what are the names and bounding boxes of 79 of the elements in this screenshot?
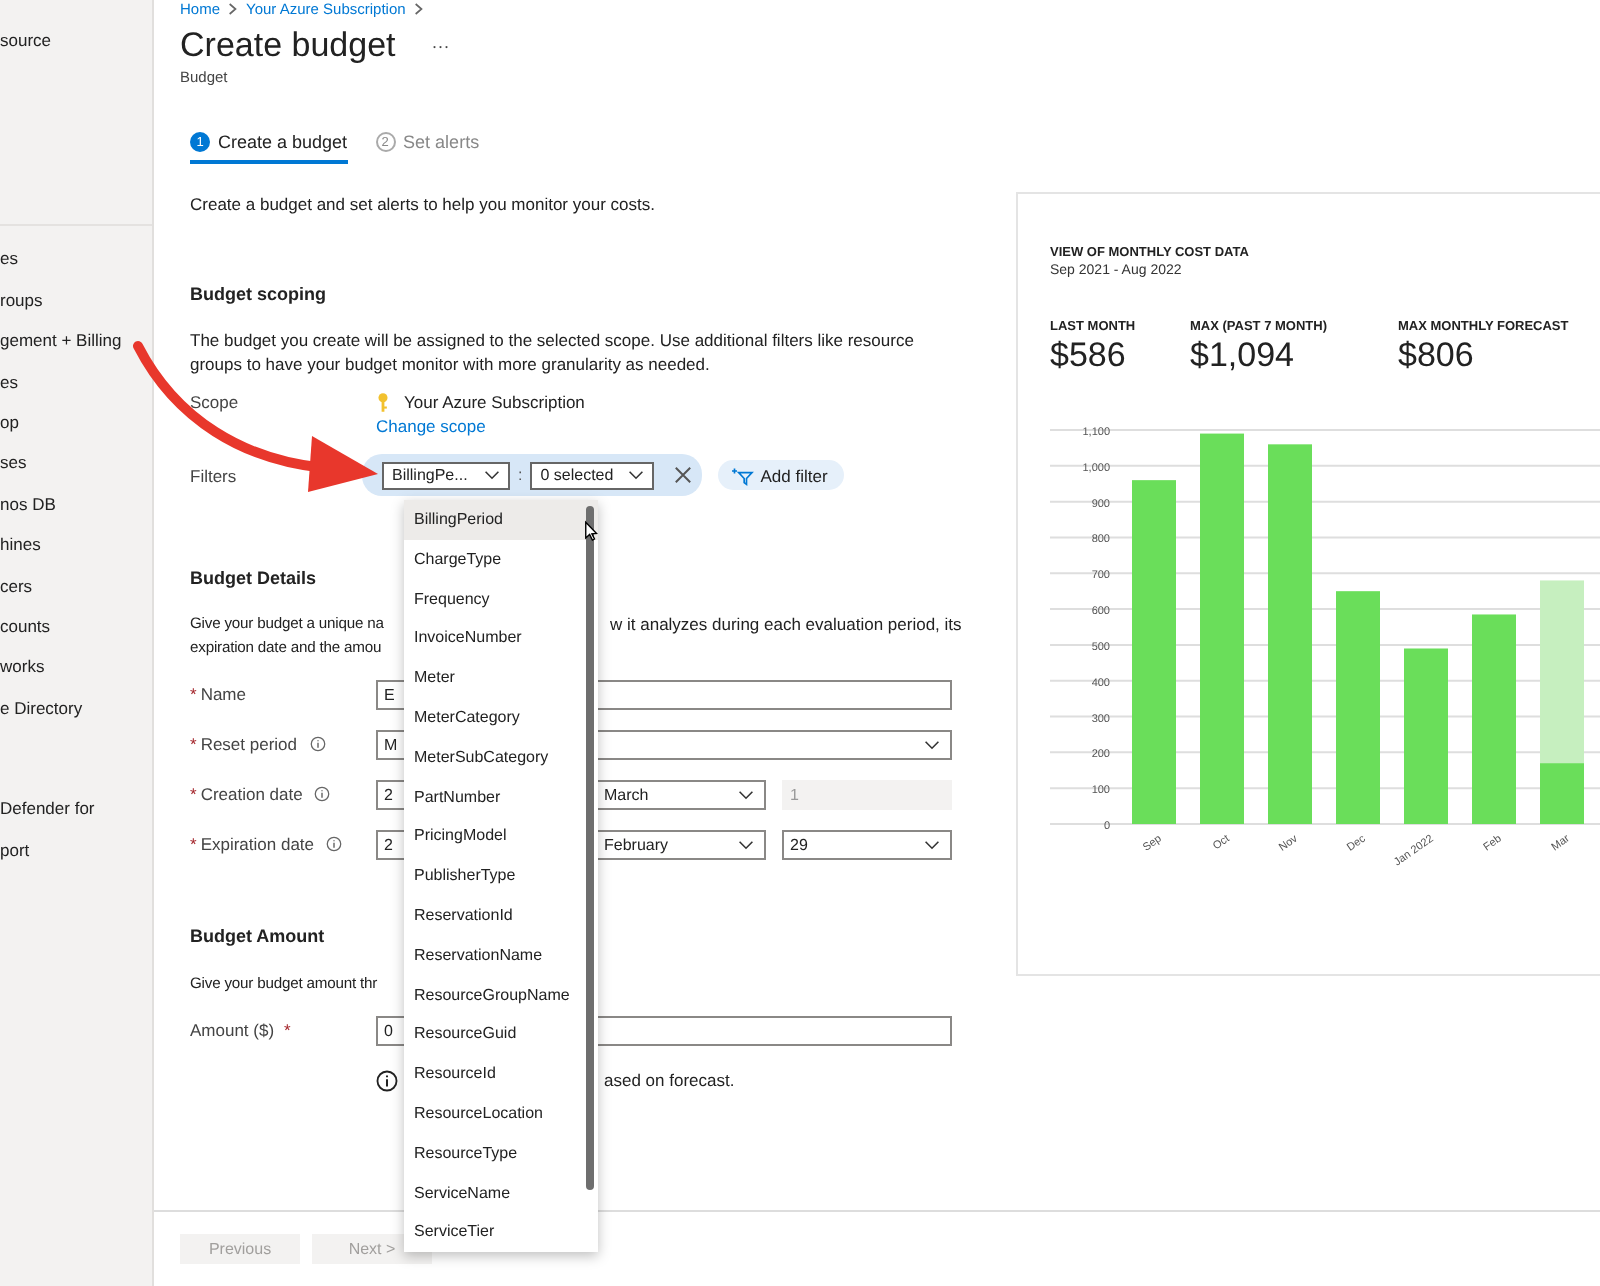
sidebar-item[interactable]: cers [0,565,33,607]
dropdown-option[interactable]: ResourceId [404,1054,598,1094]
sidebar-item[interactable]: es [0,361,18,403]
required-mark: * [190,784,197,804]
dropdown-option[interactable]: ResourceGroupName [404,975,598,1015]
sidebar-item[interactable]: e Directory [0,687,83,729]
dropdown-option[interactable]: ResourceLocation [404,1093,598,1134]
field-label: Reset period [200,734,298,754]
info-icon[interactable] [326,836,343,852]
field-label: Name [200,684,246,704]
page-title: Create budget [180,24,396,68]
dropdown-option[interactable]: BillingPeriod [404,500,598,540]
stat-value: $586 [1050,336,1128,376]
more-button[interactable]: ··· [431,36,450,56]
info-icon[interactable] [314,786,331,802]
sidebar-item[interactable]: es [0,238,18,280]
dropdown-option[interactable]: ServiceName [404,1173,598,1213]
chevron-icon [228,2,239,16]
sidebar-item[interactable]: roups [0,279,43,321]
dropdown-option[interactable]: ReservationId [404,895,598,936]
dropdown-field[interactable]: February [596,829,766,859]
dropdown-option[interactable]: PricingModel [404,816,598,857]
input-field: 1 [782,779,952,809]
hint-text: ased on forecast. [604,1070,735,1090]
sidebar-item[interactable]: source [0,20,52,61]
chevron-icon [924,739,940,749]
dropdown-option[interactable]: ReservationName [404,935,598,976]
section-description: The budget you create will be assigned to the selected scope. Use additional filters like resource groups to have your budget monitor with more granularity as needed. [190,328,916,376]
section-description: w it analyzes during each evaluation period, its [610,612,962,636]
add-filter-icon [730,465,755,485]
sidebar-item[interactable]: op [0,402,19,443]
required-mark: * [190,834,197,854]
add-filter-button[interactable]: Add filter [718,460,844,490]
dropdown-option[interactable]: PublisherType [404,856,598,896]
dropdown-option[interactable]: InvoiceNumber [404,618,598,659]
dropdown-field[interactable]: March [596,779,766,809]
field-label: Scope [190,392,241,412]
dropdown-option[interactable]: ResourceType [404,1133,598,1174]
key-icon [376,391,390,413]
intro-text: Create a budget and set alerts to help you monitor your costs. [190,192,657,216]
sidebar-item[interactable]: counts [0,606,51,647]
field-label: Creation date [200,784,303,804]
sidebar-item[interactable]: nos DB [0,483,56,525]
sidebar-item[interactable]: Defender for [0,788,95,830]
section-heading: Budget Amount [190,926,327,948]
chevron-icon [484,470,500,480]
chevron-icon [413,2,424,16]
filter-value-dropdown[interactable]: 0 selected [530,461,655,489]
section-heading: Budget scoping [190,284,328,306]
filter-key-dropdown[interactable]: BillingPe... [382,461,510,489]
sidebar-item[interactable]: hines [0,524,41,566]
stat-value: $1,094 [1190,336,1296,376]
separator-text: : [518,466,523,484]
info-icon [376,1069,398,1091]
dropdown-option[interactable]: Frequency [404,579,598,619]
scrollbar-thumb[interactable] [586,506,594,1190]
field-label: Filters [190,465,239,485]
stat-value: $806 [1398,336,1476,376]
required-mark: * [284,1020,291,1040]
sidebar-item[interactable]: works [0,646,45,688]
sidebar-item[interactable]: port [0,829,30,871]
close-icon[interactable] [674,466,693,484]
chevron-icon [738,789,754,799]
dropdown-option[interactable]: ChargeType [404,539,598,580]
info-icon[interactable] [309,736,326,752]
change-scope-link[interactable]: Change scope [376,414,486,438]
scope-value: Your Azure Subscription [404,392,585,412]
section-heading: Budget Details [190,568,319,590]
required-mark: * [190,734,197,754]
chevron-icon [738,839,754,849]
sidebar-item[interactable]: gement + Billing [0,320,122,362]
dropdown-field[interactable]: 29 [782,829,952,859]
field-label: Amount ($) [190,1020,275,1040]
sidebar-item[interactable]: ses [0,442,27,484]
chevron-icon [924,839,940,849]
chevron-icon [628,470,645,480]
dropdown-option[interactable]: PartNumber [404,777,598,817]
field-label: Expiration date [200,834,315,854]
required-mark: * [190,684,197,704]
